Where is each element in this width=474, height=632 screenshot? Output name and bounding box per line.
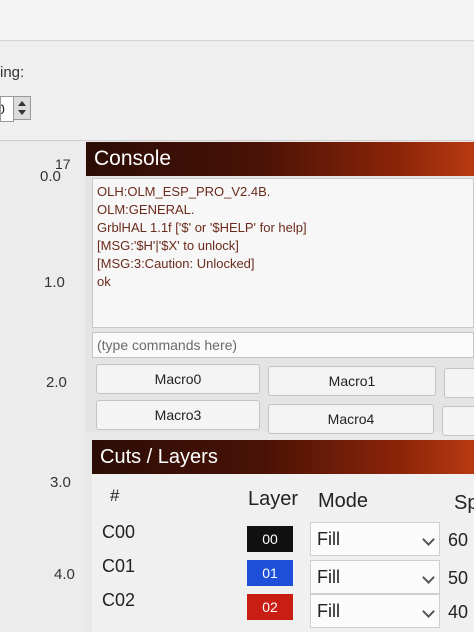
ruler-tick-overlay: 17 (55, 156, 71, 172)
top-toolbar (0, 0, 474, 41)
cuts-layers-panel: Cuts / Layers # Layer Mode Sp C00 00 Fil… (92, 440, 474, 632)
layer-color-swatch[interactable]: 01 (247, 560, 293, 586)
ruler-tick: 1.0 (44, 274, 65, 291)
console-panel: Console OLH:OLM_ESP_PRO_V2.4B. OLM:GENER… (86, 142, 474, 436)
vertical-ruler: 0.0 17 1.0 2.0 3.0 4.0 (0, 142, 84, 632)
macro0-button[interactable]: Macro0 (96, 364, 260, 394)
macro3-button[interactable]: Macro3 (96, 400, 260, 430)
settings-panel (0, 42, 474, 141)
ruler-tick: 3.0 (50, 474, 71, 491)
speed-value: 60 (448, 530, 469, 550)
setting-spin-value[interactable]: 0 (0, 96, 14, 122)
mode-select[interactable]: Fill (310, 522, 440, 556)
chevron-down-icon (422, 533, 435, 546)
macro4-button[interactable]: Macro4 (268, 404, 434, 434)
console-line: OLH:OLM_ESP_PRO_V2.4B. (97, 184, 271, 199)
speed-value: 50 (448, 568, 469, 588)
console-line: OLM:GENERAL. (97, 202, 195, 217)
layer-color-swatch[interactable]: 02 (247, 594, 293, 620)
column-header-mode[interactable]: Mode (318, 490, 368, 513)
mode-value: Fill (317, 601, 340, 621)
mode-value: Fill (317, 567, 340, 587)
macro1-button[interactable]: Macro1 (268, 366, 436, 396)
chevron-down-icon (422, 605, 435, 618)
spin-down-icon (18, 110, 26, 115)
speed-value: 40 (448, 602, 469, 622)
column-header-layer[interactable]: Layer (248, 488, 298, 511)
ruler-tick: 2.0 (46, 374, 67, 391)
cut-id: C00 (102, 522, 136, 542)
mode-value: Fill (317, 529, 340, 549)
macro2-button[interactable] (444, 368, 474, 398)
chevron-down-icon (422, 571, 435, 584)
console-line: [MSG:3:Caution: Unlocked] (97, 256, 255, 271)
ruler-tick: 4.0 (54, 566, 75, 583)
console-line: [MSG:'$H'|'$X' to unlock] (97, 238, 239, 253)
mode-select[interactable]: Fill (310, 560, 440, 594)
console-line: GrblHAL 1.1f ['$' or '$HELP' for help] (97, 220, 307, 235)
console-line: ok (97, 274, 111, 289)
spin-up-icon (18, 101, 26, 106)
cut-id: C02 (102, 590, 136, 610)
console-title: Console (86, 142, 474, 176)
macro5-button[interactable] (442, 406, 474, 436)
column-header-speed[interactable]: Sp (454, 492, 474, 515)
cuts-layers-title: Cuts / Layers (92, 440, 474, 474)
cut-id: C01 (102, 556, 136, 576)
spin-stepper-button[interactable] (13, 96, 31, 120)
layer-color-swatch[interactable]: 00 (247, 526, 293, 552)
console-log: OLH:OLM_ESP_PRO_V2.4B. OLM:GENERAL. Grbl… (92, 178, 474, 328)
column-header-number: # (110, 486, 120, 505)
console-command-input[interactable] (92, 332, 474, 358)
mode-select[interactable]: Fill (310, 594, 440, 628)
setting-label: ing: (0, 64, 25, 81)
